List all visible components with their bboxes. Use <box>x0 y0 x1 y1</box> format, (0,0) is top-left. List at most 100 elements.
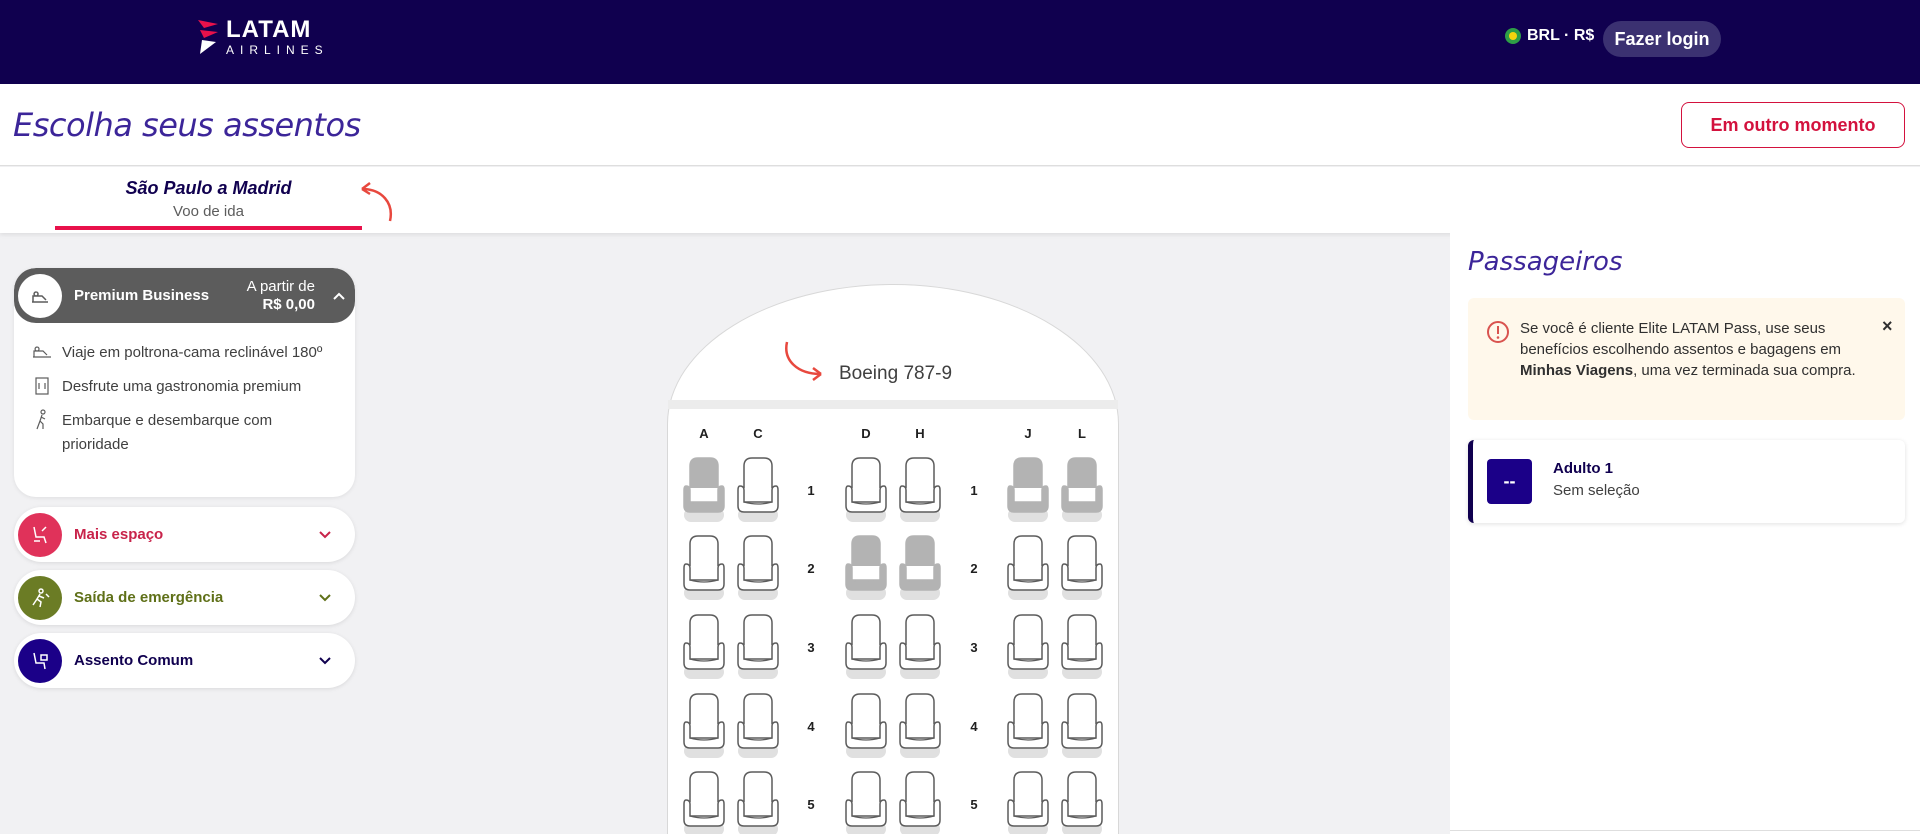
passenger-seat-badge: -- <box>1487 459 1532 504</box>
seat-3a[interactable] <box>682 613 726 681</box>
seat-2a[interactable] <box>682 534 726 602</box>
seat-row-number: 5 <box>970 797 978 812</box>
my-trips-link[interactable]: Minhas Viagens <box>1520 362 1633 379</box>
seat-2d <box>844 534 888 602</box>
passenger-seat-status: Sem seleção <box>1553 482 1640 499</box>
seat-4c[interactable] <box>736 692 780 760</box>
seat-column-c: C <box>753 426 763 441</box>
standard-seat-icon <box>18 638 62 683</box>
seat-3j[interactable] <box>1006 613 1050 681</box>
seat-column-l: L <box>1078 426 1086 441</box>
alert-text: Se você é cliente Elite LATAM Pass, use … <box>1520 318 1860 381</box>
passenger-name: Adulto 1 <box>1553 460 1613 477</box>
route-title: São Paulo a Madrid <box>125 178 292 198</box>
alert-text-part: , uma vez terminada sua compra. <box>1633 362 1856 379</box>
curved-arrow-icon <box>785 341 822 381</box>
aircraft-model: Boeing 787-9 <box>839 363 953 384</box>
chevron-down-icon[interactable] <box>313 523 337 547</box>
category-premium-business-header[interactable]: Premium Business A partir de R$ 0,00 <box>14 268 355 323</box>
category-emergency-exit[interactable]: Saída de emergência <box>14 570 355 625</box>
category-name: Premium Business <box>74 287 210 304</box>
seat-4h[interactable] <box>898 692 942 760</box>
seat-5l[interactable] <box>1060 770 1104 834</box>
seat-column-a: A <box>699 426 709 441</box>
emergency-exit-icon <box>18 575 62 620</box>
category-name: Saída de emergência <box>74 589 224 606</box>
currency-label: BRL · R$ <box>1527 27 1595 44</box>
chevron-down-icon[interactable] <box>313 649 337 673</box>
seat-column-h: H <box>915 426 925 441</box>
seat-row-number: 2 <box>807 561 815 576</box>
walking-person-icon <box>30 409 54 433</box>
later-button[interactable]: Em outro momento <box>1681 102 1905 148</box>
seat-2c[interactable] <box>736 534 780 602</box>
login-button[interactable]: Fazer login <box>1603 21 1721 57</box>
alert-text-part: Se você é cliente Elite LATAM Pass, use … <box>1520 320 1842 358</box>
category-price: A partir de R$ 0,00 <box>247 278 315 314</box>
route-subtitle: Voo de ida <box>173 203 244 220</box>
seat-1j <box>1006 456 1050 524</box>
seat-3l[interactable] <box>1060 613 1104 681</box>
top-navigation-bar: LATAM AIRLINES BRL · R$ Fazer login <box>0 0 1920 84</box>
seat-1a <box>682 456 726 524</box>
seat-row-number: 3 <box>807 640 815 655</box>
seat-4a[interactable] <box>682 692 726 760</box>
latam-logo-icon <box>198 20 218 54</box>
seat-5j[interactable] <box>1006 770 1050 834</box>
passenger-card[interactable]: -- Adulto 1 Sem seleção <box>1468 440 1905 523</box>
category-more-space[interactable]: Mais espaço <box>14 507 355 562</box>
benefit-item: Embarque e desembarque com prioridade <box>30 409 341 457</box>
category-standard-seat[interactable]: Assento Comum <box>14 633 355 688</box>
elite-alert: Se você é cliente Elite LATAM Pass, use … <box>1468 298 1905 420</box>
seat-row-number: 4 <box>970 719 978 734</box>
seat-1c[interactable] <box>736 456 780 524</box>
seat-row-number: 1 <box>970 483 978 498</box>
chevron-up-icon[interactable] <box>327 284 351 308</box>
cabin-divider <box>668 400 1118 409</box>
benefit-item: Desfrute uma gastronomia premium <box>30 375 341 399</box>
seat-row-number: 1 <box>807 483 815 498</box>
curved-arrow-icon <box>361 182 393 222</box>
latam-logo[interactable]: LATAM AIRLINES <box>196 18 329 56</box>
tab-outbound-flight[interactable]: São Paulo a Madrid Voo de ida <box>55 167 362 230</box>
close-icon[interactable]: × <box>1882 316 1893 337</box>
route-tabs: São Paulo a Madrid Voo de ida <box>0 167 1920 233</box>
seat-4d[interactable] <box>844 692 888 760</box>
seat-2j[interactable] <box>1006 534 1050 602</box>
passengers-title: Passageiros <box>1468 247 1623 277</box>
passengers-panel: Passageiros Se você é cliente Elite LATA… <box>1450 233 1920 834</box>
seat-3d[interactable] <box>844 613 888 681</box>
menu-icon <box>30 375 54 399</box>
seat-row-number: 5 <box>807 797 815 812</box>
price-value: R$ 0,00 <box>262 295 315 313</box>
brazil-flag-icon <box>1505 28 1521 44</box>
chevron-down-icon[interactable] <box>313 586 337 610</box>
currency-selector[interactable]: BRL · R$ <box>1505 27 1594 45</box>
seat-2l[interactable] <box>1060 534 1104 602</box>
price-prefix: A partir de <box>246 277 315 295</box>
seat-1l <box>1060 456 1104 524</box>
seat-5c[interactable] <box>736 770 780 834</box>
premium-seat-icon <box>18 273 62 318</box>
seat-column-j: J <box>1024 426 1032 441</box>
seat-4l[interactable] <box>1060 692 1104 760</box>
page-title: Escolha seus assentos <box>13 106 361 144</box>
seat-5a[interactable] <box>682 770 726 834</box>
benefits-list: Viaje em poltrona-cama reclinável 180º D… <box>14 323 355 457</box>
category-name: Mais espaço <box>74 526 164 543</box>
logo-brand: LATAM <box>226 16 312 43</box>
seat-2h <box>898 534 942 602</box>
benefit-text: Embarque e desembarque com prioridade <box>62 412 273 453</box>
seat-1d[interactable] <box>844 456 888 524</box>
seat-column-d: D <box>861 426 871 441</box>
seat-3h[interactable] <box>898 613 942 681</box>
category-premium-business: Premium Business A partir de R$ 0,00 Via… <box>14 268 355 497</box>
seat-4j[interactable] <box>1006 692 1050 760</box>
divider <box>1450 830 1920 831</box>
benefit-text: Desfrute uma gastronomia premium <box>62 378 302 395</box>
seat-row-number: 2 <box>970 561 978 576</box>
seat-5d[interactable] <box>844 770 888 834</box>
seat-1h[interactable] <box>898 456 942 524</box>
seat-5h[interactable] <box>898 770 942 834</box>
seat-3c[interactable] <box>736 613 780 681</box>
